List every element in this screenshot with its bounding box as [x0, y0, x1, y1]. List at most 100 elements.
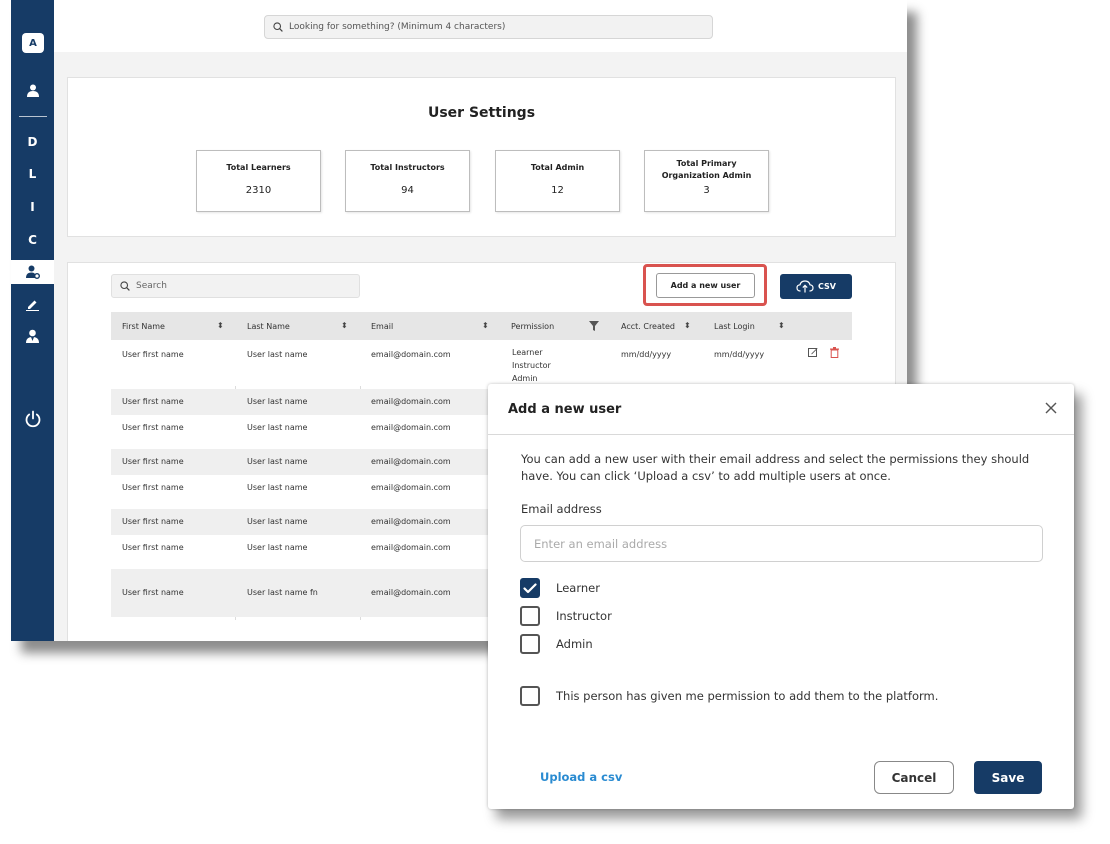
modal-divider: [488, 434, 1074, 435]
close-icon[interactable]: [1044, 401, 1058, 415]
cell-last-name: User last name: [247, 543, 308, 552]
cell-email: email@domain.com: [371, 483, 451, 492]
consent-label: This person has given me permission to a…: [556, 689, 939, 703]
column-header-acct-created[interactable]: Acct. Created: [621, 312, 675, 340]
stat-label: Total Primary Organization Admin: [661, 159, 752, 180]
global-search-placeholder: Looking for something? (Minimum 4 charac…: [289, 22, 506, 32]
cell-email: email@domain.com: [371, 517, 451, 526]
cell-email: email@domain.com: [371, 543, 451, 552]
cell-first-name: User first name: [122, 423, 184, 432]
cell-last-name: User last name: [247, 350, 308, 359]
learner-checkbox[interactable]: [520, 578, 540, 598]
screenshot-canvas: A D L I C Looking for something? (Minimu…: [0, 0, 1110, 844]
sidebar-item-l[interactable]: L: [11, 167, 54, 181]
sort-icon[interactable]: ⬍: [482, 321, 489, 330]
page-title: User Settings: [427, 105, 536, 121]
table-search-input[interactable]: Search: [111, 274, 360, 298]
sidebar-item-c[interactable]: C: [11, 233, 54, 247]
cell-first-name: User first name: [122, 517, 184, 526]
cell-last-name: User last name: [247, 423, 308, 432]
stat-value: 94: [401, 185, 414, 196]
column-header-first-name[interactable]: First Name: [122, 312, 165, 340]
csv-label: CSV: [818, 282, 836, 291]
cell-email: email@domain.com: [371, 397, 451, 406]
sidebar-divider: [19, 116, 47, 117]
permission-instructor: Instructor: [512, 361, 551, 370]
checkmark-icon: [523, 582, 537, 593]
consent-checkbox[interactable]: [520, 686, 540, 706]
column-header-last-login[interactable]: Last Login: [714, 312, 755, 340]
delete-row-icon[interactable]: [830, 347, 839, 358]
stat-label: Total Admin: [530, 163, 585, 172]
instructor-label: Instructor: [556, 609, 612, 623]
edit-icon[interactable]: [11, 296, 54, 312]
cell-acct-created: mm/dd/yyyy: [621, 350, 672, 359]
column-header-permission[interactable]: Permission: [511, 312, 554, 340]
stat-card-learners: Total Learners 2310: [196, 150, 321, 212]
consent-option[interactable]: This person has given me permission to a…: [520, 686, 938, 706]
upload-csv-link[interactable]: Upload a csv: [540, 770, 622, 784]
cancel-button[interactable]: Cancel: [874, 761, 954, 794]
edit-row-icon[interactable]: [808, 347, 818, 357]
add-user-modal: Add a new user You can add a new user wi…: [488, 384, 1074, 809]
permission-learner: Learner: [512, 348, 543, 357]
column-header-last-name[interactable]: Last Name: [247, 312, 290, 340]
table-header: First Name ⬍ Last Name ⬍ Email ⬍ Permiss…: [111, 312, 852, 340]
org-avatar[interactable]: A: [22, 33, 44, 53]
global-search-input[interactable]: Looking for something? (Minimum 4 charac…: [264, 15, 713, 39]
cell-last-name: User last name: [247, 457, 308, 466]
sort-icon[interactable]: ⬍: [778, 321, 785, 330]
sidebar-item-i[interactable]: I: [11, 200, 54, 214]
sort-icon[interactable]: ⬍: [341, 321, 348, 330]
filter-icon[interactable]: [589, 321, 599, 331]
sort-icon[interactable]: ⬍: [684, 321, 691, 330]
modal-description: You can add a new user with their email …: [521, 452, 1030, 483]
sidebar-item-d[interactable]: D: [11, 135, 54, 149]
cell-last-login: mm/dd/yyyy: [714, 350, 765, 359]
cell-email: email@domain.com: [371, 457, 451, 466]
instructor-icon[interactable]: [11, 328, 54, 344]
search-icon: [273, 22, 283, 32]
table-search-placeholder: Search: [136, 281, 167, 291]
stat-value: 2310: [245, 185, 272, 196]
sidebar-item-user-settings[interactable]: [11, 260, 54, 284]
cell-last-name: User last name fn: [247, 588, 318, 597]
permission-instructor-option[interactable]: Instructor: [520, 606, 612, 626]
stat-card-admin: Total Admin 12: [495, 150, 620, 212]
cell-permissions: Learner Instructor Admin: [512, 346, 551, 385]
instructor-checkbox[interactable]: [520, 606, 540, 626]
user-settings-icon: [11, 264, 54, 280]
cloud-upload-icon: [796, 280, 814, 293]
modal-title: Add a new user: [508, 402, 622, 417]
cell-first-name: User first name: [122, 397, 184, 406]
cell-first-name: User first name: [122, 588, 184, 597]
admin-checkbox[interactable]: [520, 634, 540, 654]
sort-icon[interactable]: ⬍: [217, 321, 224, 330]
table-row[interactable]: User first name User last name email@dom…: [111, 340, 852, 386]
cell-first-name: User first name: [122, 483, 184, 492]
stat-card-primary-admin: Total Primary Organization Admin 3: [644, 150, 769, 212]
profile-icon[interactable]: [11, 82, 54, 98]
email-label: Email address: [521, 502, 602, 516]
logout-power-icon[interactable]: [11, 410, 54, 428]
stat-value: 12: [551, 185, 564, 196]
stat-card-instructors: Total Instructors 94: [345, 150, 470, 212]
cell-last-name: User last name: [247, 517, 308, 526]
add-new-user-button[interactable]: Add a new user: [656, 273, 755, 298]
cell-first-name: User first name: [122, 543, 184, 552]
csv-upload-button[interactable]: CSV: [780, 274, 852, 299]
permission-admin-option[interactable]: Admin: [520, 634, 593, 654]
sidebar: A D L I C: [11, 0, 54, 641]
cell-first-name: User first name: [122, 350, 184, 359]
search-icon: [120, 281, 130, 291]
stat-label: Total Learners: [226, 163, 291, 172]
stat-value: 3: [703, 185, 710, 196]
permission-learner-option[interactable]: Learner: [520, 578, 600, 598]
user-settings-panel: User Settings Total Learners 2310 Total …: [67, 77, 896, 237]
save-button[interactable]: Save: [974, 761, 1042, 794]
column-header-email[interactable]: Email: [371, 312, 393, 340]
cell-last-name: User last name: [247, 397, 308, 406]
cell-email: email@domain.com: [371, 423, 451, 432]
email-field[interactable]: [520, 525, 1043, 562]
cell-email: email@domain.com: [371, 350, 451, 359]
